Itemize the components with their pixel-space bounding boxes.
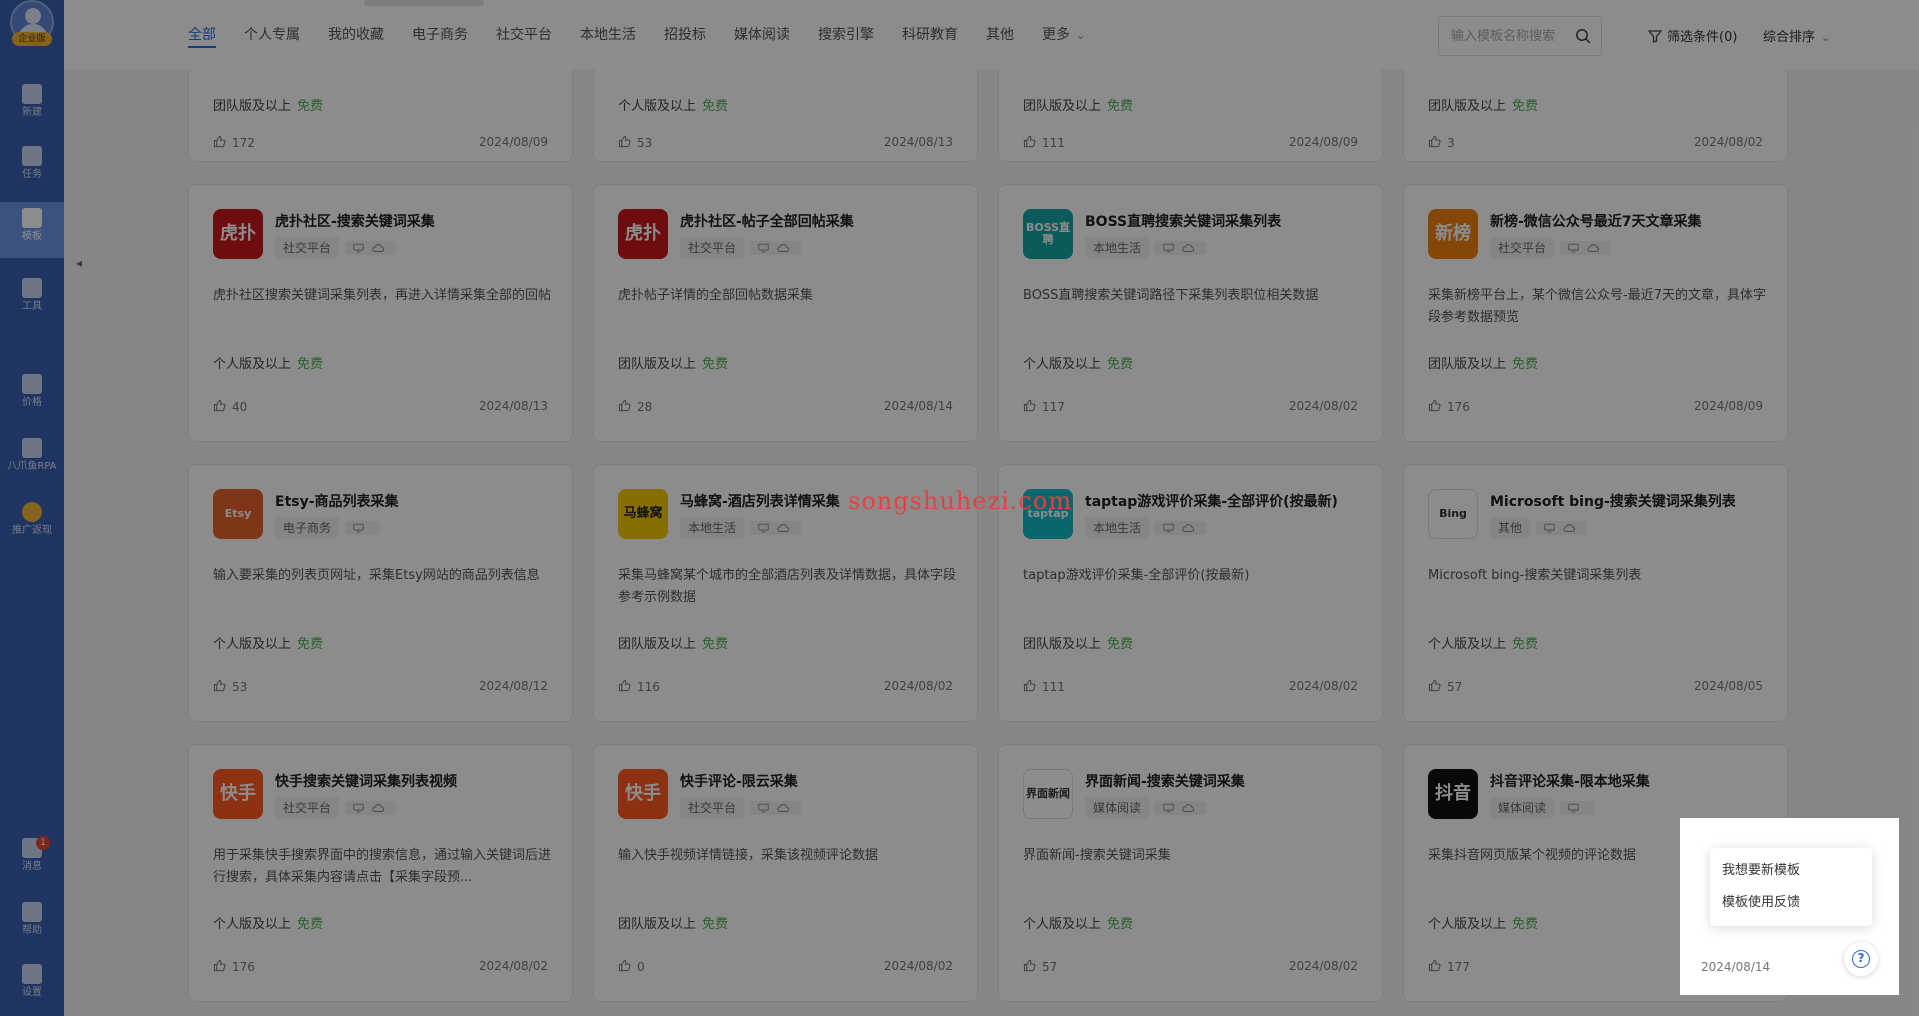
- card-date: 2024/08/14: [1701, 960, 1771, 974]
- template-feedback-link[interactable]: 模板使用反馈: [1710, 887, 1872, 919]
- help-menu: 我想要新模板 模板使用反馈: [1710, 848, 1872, 926]
- request-template-link[interactable]: 我想要新模板: [1710, 855, 1872, 887]
- help-button[interactable]: ?: [1844, 942, 1878, 976]
- help-panel: 我想要新模板 模板使用反馈 2024/08/14 ?: [1680, 818, 1899, 995]
- watermark-text: songshuhezi.com: [848, 487, 1073, 515]
- question-icon: ?: [1852, 950, 1870, 968]
